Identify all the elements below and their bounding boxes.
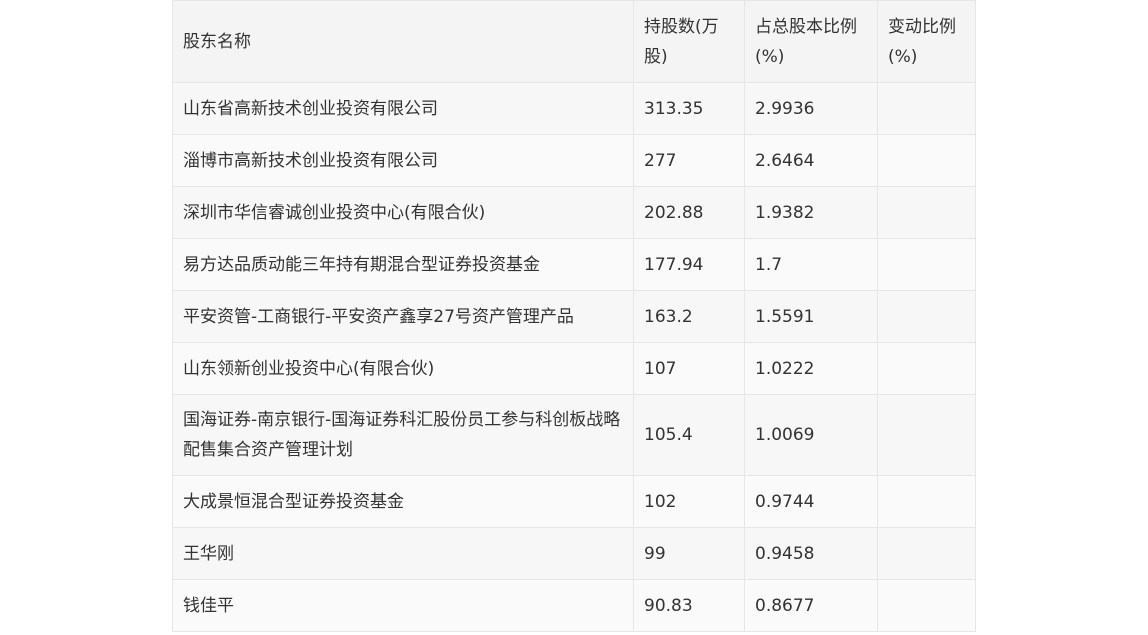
cell-share-ratio: 1.0222: [744, 342, 878, 395]
shareholder-table-container: 股东名称 持股数(万股) 占总股本比例(%) 变动比例(%) 山东省高新技术创业…: [172, 0, 976, 632]
table-header-row: 股东名称 持股数(万股) 占总股本比例(%) 变动比例(%): [172, 0, 976, 83]
cell-change-ratio: [877, 134, 976, 187]
header-share-ratio: 占总股本比例(%): [744, 0, 878, 83]
table-row: 平安资管-工商银行-平安资产鑫享27号资产管理产品 163.2 1.5591: [172, 290, 976, 343]
cell-shareholder-name: 深圳市华信睿诚创业投资中心(有限合伙): [172, 186, 634, 239]
cell-share-ratio: 1.5591: [744, 290, 878, 343]
cell-change-ratio: [877, 342, 976, 395]
cell-change-ratio: [877, 475, 976, 528]
cell-share-ratio: 0.9744: [744, 475, 878, 528]
table-row: 淄博市高新技术创业投资有限公司 277 2.6464: [172, 134, 976, 187]
cell-shareholder-name: 钱佳平: [172, 579, 634, 632]
cell-shares: 313.35: [633, 82, 745, 135]
cell-shares: 105.4: [633, 394, 745, 476]
cell-shares: 102: [633, 475, 745, 528]
table-row: 王华刚 99 0.9458: [172, 527, 976, 580]
cell-share-ratio: 2.9936: [744, 82, 878, 135]
cell-shareholder-name: 国海证券-南京银行-国海证券科汇股份员工参与科创板战略配售集合资产管理计划: [172, 394, 634, 476]
cell-shareholder-name: 平安资管-工商银行-平安资产鑫享27号资产管理产品: [172, 290, 634, 343]
cell-change-ratio: [877, 82, 976, 135]
cell-shareholder-name: 山东省高新技术创业投资有限公司: [172, 82, 634, 135]
cell-shares: 90.83: [633, 579, 745, 632]
header-shareholder-name: 股东名称: [172, 0, 634, 83]
cell-shareholder-name: 易方达品质动能三年持有期混合型证券投资基金: [172, 238, 634, 291]
cell-share-ratio: 1.7: [744, 238, 878, 291]
cell-shareholder-name: 山东领新创业投资中心(有限合伙): [172, 342, 634, 395]
table-row: 深圳市华信睿诚创业投资中心(有限合伙) 202.88 1.9382: [172, 186, 976, 239]
table-row: 大成景恒混合型证券投资基金 102 0.9744: [172, 475, 976, 528]
cell-shares: 277: [633, 134, 745, 187]
header-shares: 持股数(万股): [633, 0, 745, 83]
cell-change-ratio: [877, 394, 976, 476]
header-change-ratio: 变动比例(%): [877, 0, 976, 83]
cell-shares: 99: [633, 527, 745, 580]
cell-change-ratio: [877, 579, 976, 632]
table-row: 国海证券-南京银行-国海证券科汇股份员工参与科创板战略配售集合资产管理计划 10…: [172, 394, 976, 476]
cell-share-ratio: 2.6464: [744, 134, 878, 187]
cell-share-ratio: 1.9382: [744, 186, 878, 239]
table-row: 钱佳平 90.83 0.8677: [172, 579, 976, 632]
cell-change-ratio: [877, 186, 976, 239]
cell-shares: 202.88: [633, 186, 745, 239]
table-row: 山东领新创业投资中心(有限合伙) 107 1.0222: [172, 342, 976, 395]
cell-shareholder-name: 大成景恒混合型证券投资基金: [172, 475, 634, 528]
cell-shares: 177.94: [633, 238, 745, 291]
cell-shareholder-name: 王华刚: [172, 527, 634, 580]
cell-change-ratio: [877, 290, 976, 343]
cell-change-ratio: [877, 527, 976, 580]
cell-change-ratio: [877, 238, 976, 291]
cell-share-ratio: 1.0069: [744, 394, 878, 476]
cell-share-ratio: 0.8677: [744, 579, 878, 632]
table-row: 山东省高新技术创业投资有限公司 313.35 2.9936: [172, 82, 976, 135]
table-row: 易方达品质动能三年持有期混合型证券投资基金 177.94 1.7: [172, 238, 976, 291]
shareholder-table: 股东名称 持股数(万股) 占总股本比例(%) 变动比例(%) 山东省高新技术创业…: [172, 0, 976, 632]
cell-shares: 107: [633, 342, 745, 395]
cell-shareholder-name: 淄博市高新技术创业投资有限公司: [172, 134, 634, 187]
cell-share-ratio: 0.9458: [744, 527, 878, 580]
cell-shares: 163.2: [633, 290, 745, 343]
